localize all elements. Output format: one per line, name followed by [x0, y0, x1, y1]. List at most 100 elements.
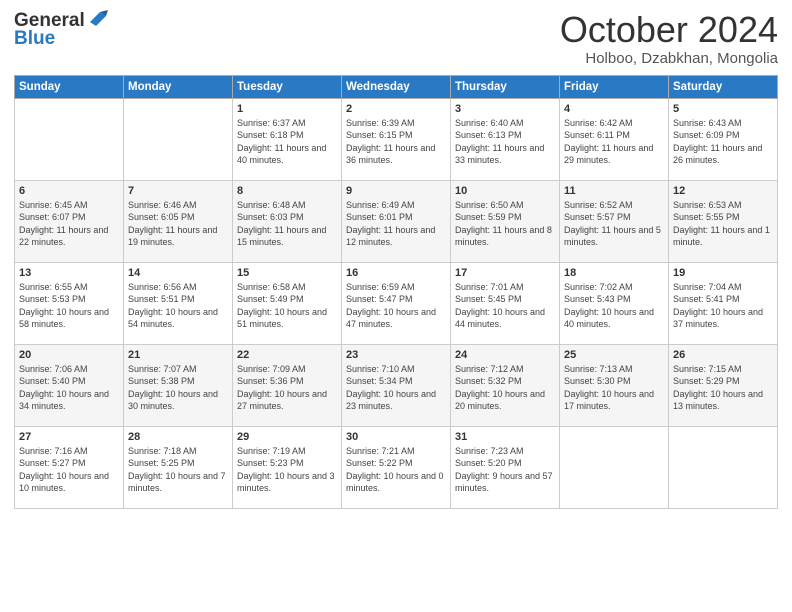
day-info: Sunrise: 7:13 AMSunset: 5:30 PMDaylight:…	[564, 363, 664, 413]
day-info: Sunrise: 6:42 AMSunset: 6:11 PMDaylight:…	[564, 117, 664, 167]
week-row-3: 13 Sunrise: 6:55 AMSunset: 5:53 PMDayligh…	[15, 262, 778, 344]
calendar-cell: 29Sunrise: 7:19 AMSunset: 5:23 PMDayligh…	[233, 426, 342, 508]
day-number: 6	[19, 185, 119, 197]
calendar-cell: 15 Sunrise: 6:58 AMSunset: 5:49 PMDayligh…	[233, 262, 342, 344]
day-number: 14	[128, 267, 228, 279]
day-number: 24	[455, 349, 555, 361]
calendar-table: SundayMondayTuesdayWednesdayThursdayFrid…	[14, 75, 778, 509]
day-number: 20	[19, 349, 119, 361]
day-number: 19	[673, 267, 773, 279]
title-area: October 2024 Holboo, Dzabkhan, Mongolia	[560, 10, 778, 67]
day-number: 11	[564, 185, 664, 197]
day-info: Sunrise: 6:40 AMSunset: 6:13 PMDaylight:…	[455, 117, 555, 167]
calendar-cell: 5 Sunrise: 6:43 AMSunset: 6:09 PMDaylight…	[669, 98, 778, 180]
day-info: Sunrise: 6:46 AMSunset: 6:05 PMDaylight:…	[128, 199, 228, 249]
calendar-cell: 20 Sunrise: 7:06 AMSunset: 5:40 PMDayligh…	[15, 344, 124, 426]
day-info: Sunrise: 7:12 AMSunset: 5:32 PMDaylight:…	[455, 363, 555, 413]
day-info: Sunrise: 7:19 AMSunset: 5:23 PMDaylight:…	[237, 445, 337, 495]
calendar-cell: 9 Sunrise: 6:49 AMSunset: 6:01 PMDaylight…	[342, 180, 451, 262]
day-info: Sunrise: 6:55 AMSunset: 5:53 PMDaylight:…	[19, 281, 119, 331]
day-number: 7	[128, 185, 228, 197]
week-row-5: 27Sunrise: 7:16 AMSunset: 5:27 PMDayligh…	[15, 426, 778, 508]
day-number: 17	[455, 267, 555, 279]
day-number: 9	[346, 185, 446, 197]
day-header-friday: Friday	[560, 75, 669, 98]
day-info: Sunrise: 6:53 AMSunset: 5:55 PMDaylight:…	[673, 199, 773, 249]
calendar-cell: 13 Sunrise: 6:55 AMSunset: 5:53 PMDayligh…	[15, 262, 124, 344]
day-number: 2	[346, 103, 446, 115]
day-header-saturday: Saturday	[669, 75, 778, 98]
day-info: Sunrise: 6:43 AMSunset: 6:09 PMDaylight:…	[673, 117, 773, 167]
calendar-cell: 30 Sunrise: 7:21 AMSunset: 5:22 PMDayligh…	[342, 426, 451, 508]
day-number: 8	[237, 185, 337, 197]
day-info: Sunrise: 6:50 AMSunset: 5:59 PMDaylight:…	[455, 199, 555, 249]
calendar-cell: 22Sunrise: 7:09 AMSunset: 5:36 PMDayligh…	[233, 344, 342, 426]
day-info: Sunrise: 7:21 AMSunset: 5:22 PMDaylight:…	[346, 445, 446, 495]
calendar-cell: 10Sunrise: 6:50 AMSunset: 5:59 PMDayligh…	[451, 180, 560, 262]
calendar-cell: 21 Sunrise: 7:07 AMSunset: 5:38 PMDayligh…	[124, 344, 233, 426]
calendar-cell	[15, 98, 124, 180]
calendar-cell: 26 Sunrise: 7:15 AMSunset: 5:29 PMDayligh…	[669, 344, 778, 426]
day-number: 26	[673, 349, 773, 361]
calendar-cell: 1 Sunrise: 6:37 AMSunset: 6:18 PMDaylight…	[233, 98, 342, 180]
calendar-cell	[669, 426, 778, 508]
calendar-cell: 7 Sunrise: 6:46 AMSunset: 6:05 PMDaylight…	[124, 180, 233, 262]
calendar-cell	[560, 426, 669, 508]
day-info: Sunrise: 7:10 AMSunset: 5:34 PMDaylight:…	[346, 363, 446, 413]
calendar-cell: 3 Sunrise: 6:40 AMSunset: 6:13 PMDaylight…	[451, 98, 560, 180]
day-number: 1	[237, 103, 337, 115]
day-info: Sunrise: 7:04 AMSunset: 5:41 PMDaylight:…	[673, 281, 773, 331]
location: Holboo, Dzabkhan, Mongolia	[560, 50, 778, 67]
calendar-cell: 25 Sunrise: 7:13 AMSunset: 5:30 PMDayligh…	[560, 344, 669, 426]
day-header-wednesday: Wednesday	[342, 75, 451, 98]
day-number: 16	[346, 267, 446, 279]
calendar-cell: 27Sunrise: 7:16 AMSunset: 5:27 PMDayligh…	[15, 426, 124, 508]
day-info: Sunrise: 6:56 AMSunset: 5:51 PMDaylight:…	[128, 281, 228, 331]
day-info: Sunrise: 7:01 AMSunset: 5:45 PMDaylight:…	[455, 281, 555, 331]
day-info: Sunrise: 7:02 AMSunset: 5:43 PMDaylight:…	[564, 281, 664, 331]
calendar-cell: 19 Sunrise: 7:04 AMSunset: 5:41 PMDayligh…	[669, 262, 778, 344]
day-info: Sunrise: 7:16 AMSunset: 5:27 PMDaylight:…	[19, 445, 119, 495]
day-header-thursday: Thursday	[451, 75, 560, 98]
day-number: 22	[237, 349, 337, 361]
day-number: 12	[673, 185, 773, 197]
calendar-page: General Blue October 2024 Holboo, Dzabkh…	[0, 0, 792, 612]
day-info: Sunrise: 7:18 AMSunset: 5:25 PMDaylight:…	[128, 445, 228, 495]
day-info: Sunrise: 6:49 AMSunset: 6:01 PMDaylight:…	[346, 199, 446, 249]
calendar-cell: 4Sunrise: 6:42 AMSunset: 6:11 PMDaylight…	[560, 98, 669, 180]
day-info: Sunrise: 6:59 AMSunset: 5:47 PMDaylight:…	[346, 281, 446, 331]
calendar-cell: 14 Sunrise: 6:56 AMSunset: 5:51 PMDayligh…	[124, 262, 233, 344]
day-number: 5	[673, 103, 773, 115]
calendar-cell: 16 Sunrise: 6:59 AMSunset: 5:47 PMDayligh…	[342, 262, 451, 344]
calendar-cell: 12 Sunrise: 6:53 AMSunset: 5:55 PMDayligh…	[669, 180, 778, 262]
week-row-1: 1 Sunrise: 6:37 AMSunset: 6:18 PMDaylight…	[15, 98, 778, 180]
logo-bird-icon	[86, 8, 108, 30]
day-number: 23	[346, 349, 446, 361]
month-title: October 2024	[560, 10, 778, 50]
day-info: Sunrise: 7:06 AMSunset: 5:40 PMDaylight:…	[19, 363, 119, 413]
day-number: 13	[19, 267, 119, 279]
day-info: Sunrise: 7:07 AMSunset: 5:38 PMDaylight:…	[128, 363, 228, 413]
header: General Blue October 2024 Holboo, Dzabkh…	[14, 10, 778, 67]
day-number: 15	[237, 267, 337, 279]
day-number: 3	[455, 103, 555, 115]
day-number: 25	[564, 349, 664, 361]
calendar-cell: 11Sunrise: 6:52 AMSunset: 5:57 PMDayligh…	[560, 180, 669, 262]
day-number: 28	[128, 431, 228, 443]
calendar-cell: 6 Sunrise: 6:45 AMSunset: 6:07 PMDaylight…	[15, 180, 124, 262]
calendar-cell	[124, 98, 233, 180]
calendar-cell: 23 Sunrise: 7:10 AMSunset: 5:34 PMDayligh…	[342, 344, 451, 426]
day-number: 30	[346, 431, 446, 443]
logo: General Blue	[14, 10, 108, 50]
day-info: Sunrise: 6:58 AMSunset: 5:49 PMDaylight:…	[237, 281, 337, 331]
calendar-cell: 28 Sunrise: 7:18 AMSunset: 5:25 PMDayligh…	[124, 426, 233, 508]
calendar-cell: 2Sunrise: 6:39 AMSunset: 6:15 PMDaylight…	[342, 98, 451, 180]
day-number: 21	[128, 349, 228, 361]
calendar-cell: 17 Sunrise: 7:01 AMSunset: 5:45 PMDayligh…	[451, 262, 560, 344]
day-info: Sunrise: 7:15 AMSunset: 5:29 PMDaylight:…	[673, 363, 773, 413]
day-info: Sunrise: 6:37 AMSunset: 6:18 PMDaylight:…	[237, 117, 337, 167]
calendar-cell: 8Sunrise: 6:48 AMSunset: 6:03 PMDaylight…	[233, 180, 342, 262]
calendar-cell: 31Sunrise: 7:23 AMSunset: 5:20 PMDayligh…	[451, 426, 560, 508]
calendar-cell: 18Sunrise: 7:02 AMSunset: 5:43 PMDayligh…	[560, 262, 669, 344]
day-info: Sunrise: 6:45 AMSunset: 6:07 PMDaylight:…	[19, 199, 119, 249]
